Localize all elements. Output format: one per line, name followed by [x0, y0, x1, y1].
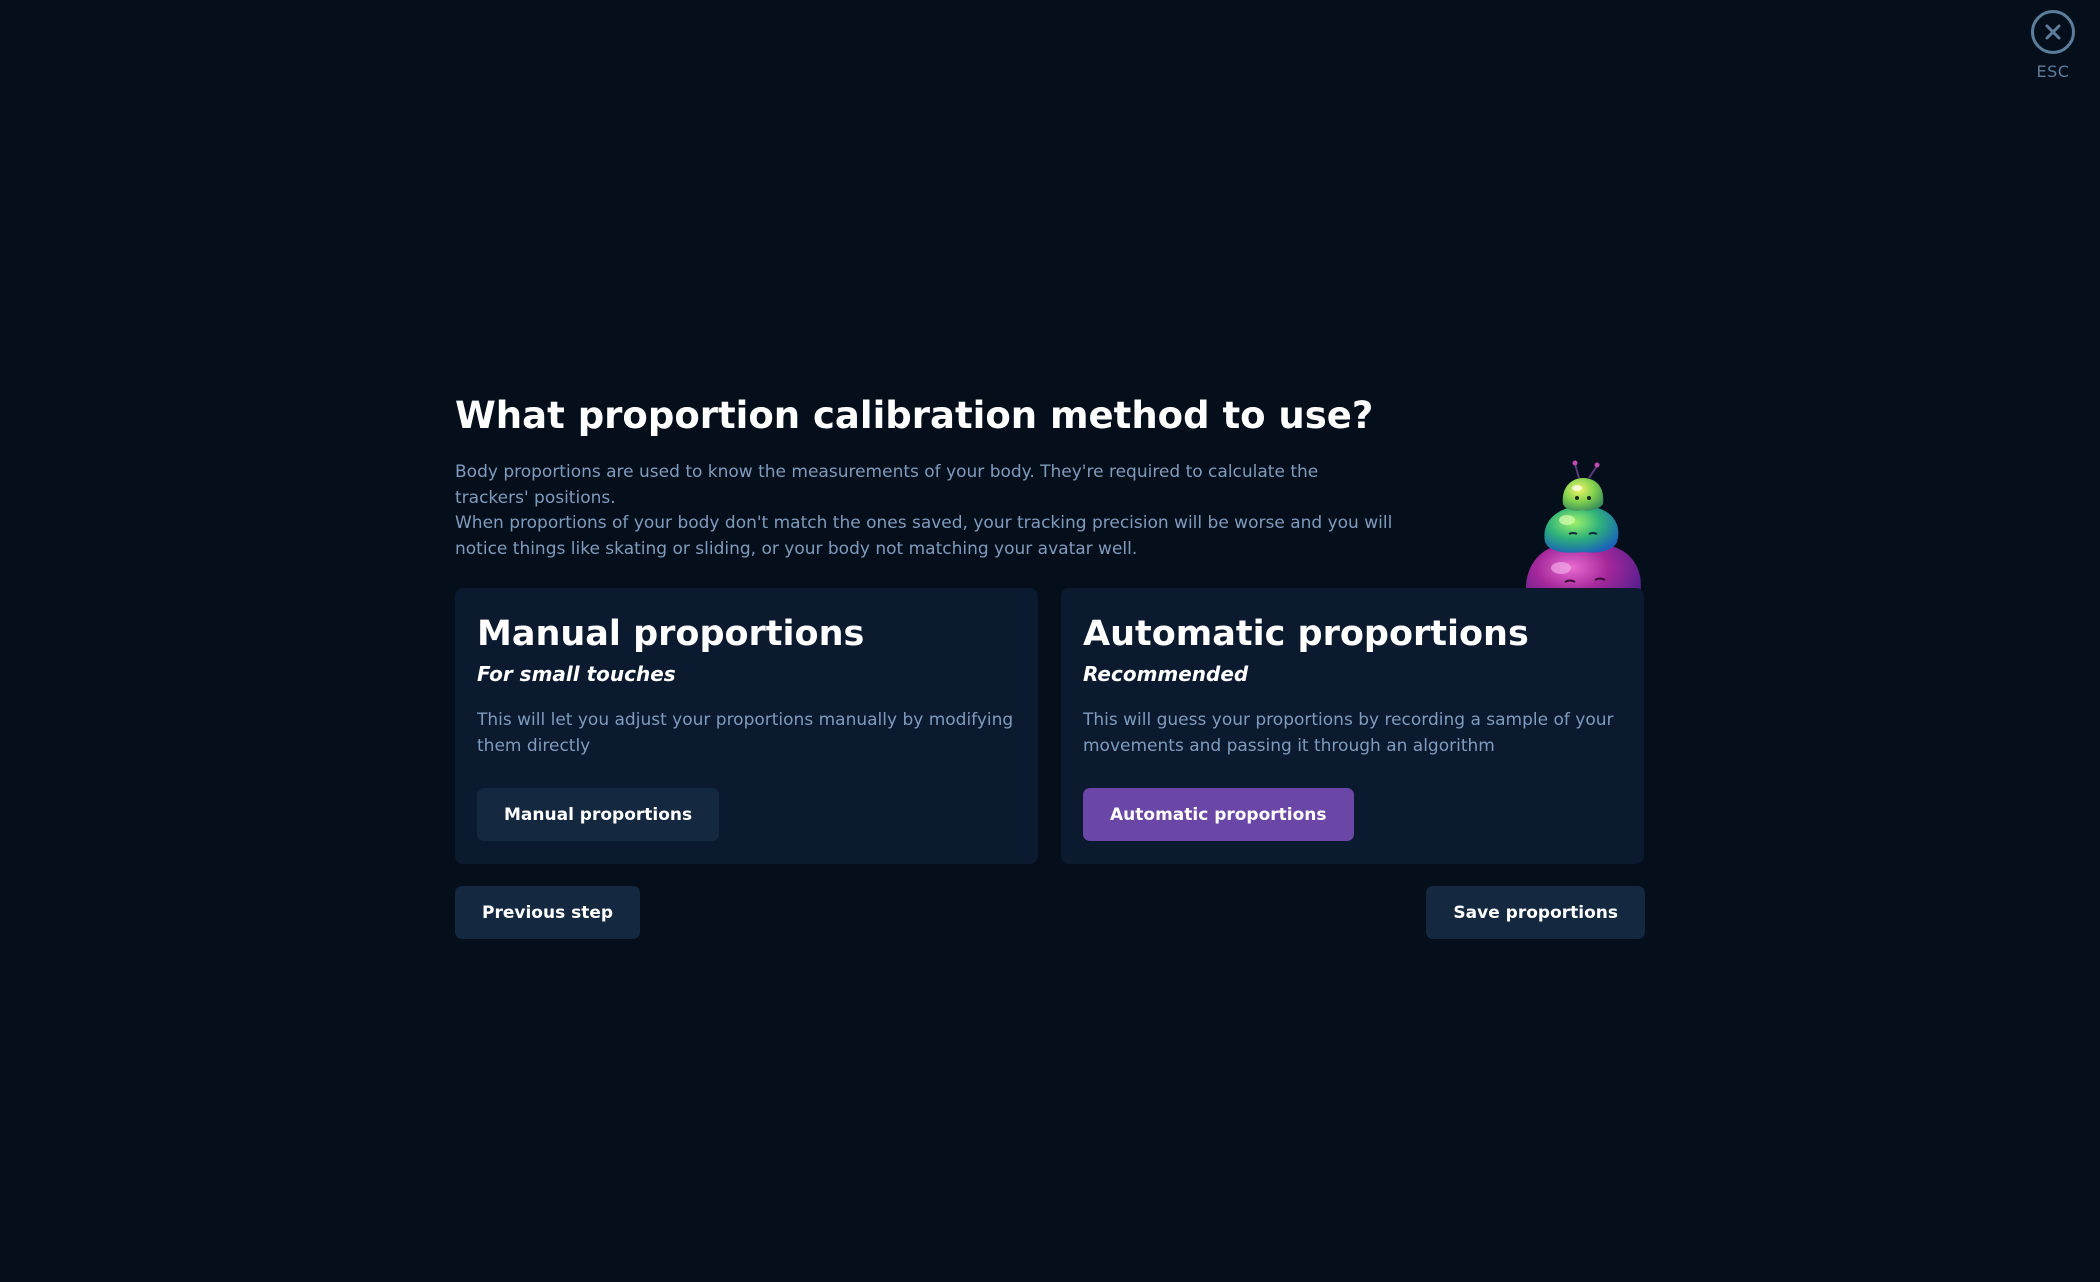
automatic-proportions-button[interactable]: Automatic proportions: [1083, 788, 1354, 841]
close-control[interactable]: ESC: [2028, 10, 2078, 81]
automatic-card-description: This will guess your proportions by reco…: [1083, 710, 1614, 756]
automatic-card-title: Automatic proportions: [1083, 614, 1529, 654]
automatic-proportions-card: Automatic proportions Recommended This w…: [1061, 588, 1644, 864]
page-description: Body proportions are used to know the me…: [455, 460, 1395, 562]
main-content: What proportion calibration method to us…: [455, 392, 1645, 939]
manual-proportions-card: Manual proportions For small touches Thi…: [455, 588, 1038, 864]
method-cards: Manual proportions For small touches Thi…: [455, 588, 1645, 864]
description-line: When proportions of your body don't matc…: [455, 513, 1393, 559]
manual-card-title: Manual proportions: [477, 614, 865, 654]
page-title: What proportion calibration method to us…: [455, 394, 1374, 437]
close-button[interactable]: [2031, 10, 2075, 54]
description-line: Body proportions are used to know the me…: [455, 462, 1319, 508]
calibration-page: ESC What proportion calibration method t…: [0, 0, 2100, 1282]
automatic-card-subtitle: Recommended: [1083, 662, 1249, 686]
save-proportions-button[interactable]: Save proportions: [1426, 886, 1645, 939]
manual-card-subtitle: For small touches: [477, 662, 676, 686]
manual-proportions-button[interactable]: Manual proportions: [477, 788, 720, 841]
close-icon: [2045, 24, 2061, 40]
manual-card-description: This will let you adjust your proportion…: [477, 710, 1014, 756]
previous-step-button[interactable]: Previous step: [455, 886, 641, 939]
esc-label: ESC: [2036, 62, 2070, 81]
